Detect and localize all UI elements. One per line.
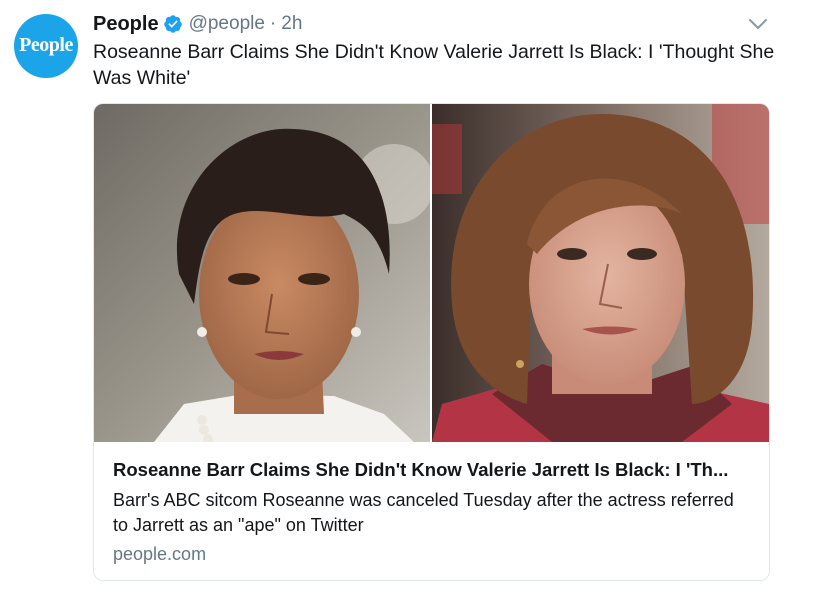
card-photo-right: [432, 104, 769, 442]
tweet-text: Roseanne Barr Claims She Didn't Know Val…: [93, 41, 775, 89]
link-card[interactable]: Roseanne Barr Claims She Didn't Know Val…: [93, 103, 770, 581]
avatar-logo-text: People: [19, 33, 73, 56]
card-title[interactable]: Roseanne Barr Claims She Didn't Know Val…: [113, 459, 753, 481]
user-handle[interactable]: @people: [189, 13, 265, 35]
card-image[interactable]: [94, 104, 769, 442]
tweet-header: People @people · 2h: [93, 10, 302, 38]
avatar[interactable]: People: [14, 14, 78, 78]
verified-badge-icon: [163, 15, 182, 33]
separator-dot: ·: [269, 13, 277, 34]
card-description: Barr's ABC sitcom Roseanne was canceled …: [113, 490, 734, 535]
card-photo-left: [94, 104, 430, 442]
tweet-timestamp[interactable]: 2h: [281, 13, 302, 35]
display-name[interactable]: People: [93, 13, 159, 36]
tweet[interactable]: People People @people · 2h Roseanne Barr…: [0, 0, 824, 605]
card-domain[interactable]: people.com: [113, 544, 206, 565]
chevron-down-icon[interactable]: [748, 17, 768, 31]
